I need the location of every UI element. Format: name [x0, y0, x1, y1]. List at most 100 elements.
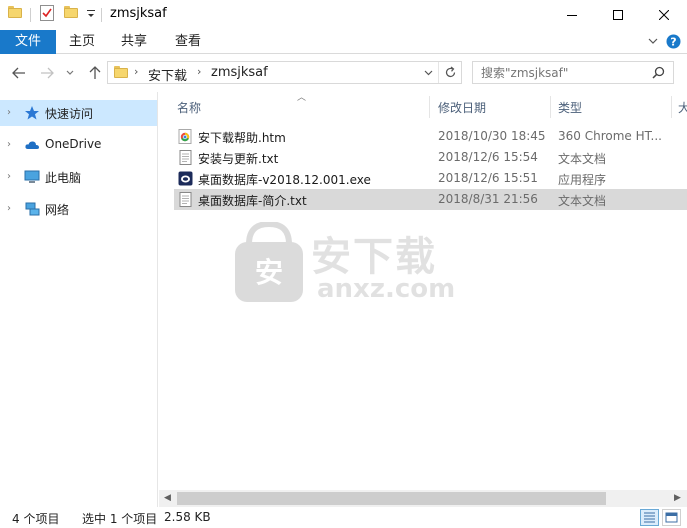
file-date: 2018/12/6 15:54	[438, 150, 538, 164]
close-icon	[659, 10, 669, 20]
column-header-label: 大	[678, 101, 687, 115]
star-icon	[25, 106, 39, 120]
sidebar-item-quick-access[interactable]: › 快速访问	[0, 100, 157, 126]
watermark-shield-icon: 安	[235, 222, 303, 302]
scroll-right-icon[interactable]: ▶	[674, 493, 681, 503]
file-date: 2018/10/30 18:45	[438, 129, 546, 143]
sidebar-item-onedrive[interactable]: › OneDrive	[0, 132, 157, 158]
file-name: 安装与更新.txt	[198, 152, 279, 166]
file-type: 文本文档	[558, 194, 607, 208]
address-divider	[438, 62, 439, 83]
properties-icon[interactable]	[40, 5, 54, 21]
minimize-icon	[567, 15, 577, 16]
table-row[interactable]: 安装与更新.txt 2018/12/6 15:54 文本文档	[174, 147, 687, 168]
navigation-pane: › 快速访问 › OneDrive › 此电脑 › 网络	[0, 92, 158, 508]
sidebar-item-this-pc[interactable]: › 此电脑	[0, 164, 157, 190]
file-name: 桌面数据库-v2018.12.001.exe	[198, 173, 371, 187]
tab-home[interactable]: 主页	[58, 30, 106, 54]
sidebar-item-network[interactable]: › 网络	[0, 196, 157, 222]
ribbon-tabs: 文件 主页 共享 查看 ?	[0, 30, 687, 54]
file-type: 文本文档	[558, 152, 607, 166]
breadcrumb-chevron[interactable]: ›	[134, 65, 138, 78]
title-bar: zmsjksaf	[0, 0, 687, 30]
text-file-icon	[179, 150, 192, 165]
column-header-label: 类型	[558, 101, 583, 115]
close-button[interactable]	[641, 0, 687, 30]
horizontal-scrollbar[interactable]: ◀ ▶	[159, 490, 687, 507]
address-dropdown-icon[interactable]	[424, 70, 433, 76]
back-arrow-icon	[12, 67, 25, 79]
search-icon[interactable]	[652, 66, 665, 79]
tab-view[interactable]: 查看	[164, 30, 212, 54]
address-row: › 安下载 › zmsjksaf	[0, 55, 687, 91]
column-header-type[interactable]: 类型	[551, 92, 671, 120]
svg-text:安: 安	[255, 256, 283, 289]
breadcrumb-item[interactable]: 安下载	[148, 65, 187, 84]
column-header-size[interactable]: 大	[672, 92, 687, 120]
browser-file-icon	[178, 129, 192, 144]
large-icons-view-button[interactable]	[662, 509, 681, 526]
table-row[interactable]: 桌面数据库-v2018.12.001.exe 2018/12/6 15:51 应…	[174, 168, 687, 189]
folder-icon	[8, 6, 22, 18]
expand-chevron-icon[interactable]: ›	[7, 139, 11, 150]
computer-icon	[24, 170, 40, 183]
forward-button[interactable]	[38, 64, 56, 82]
scroll-left-icon[interactable]: ◀	[164, 493, 171, 503]
svg-text:?: ?	[670, 36, 676, 49]
up-button[interactable]	[86, 64, 104, 82]
large-icons-view-icon	[665, 512, 678, 523]
file-name: 安下载帮助.htm	[198, 131, 286, 145]
search-box[interactable]	[472, 61, 674, 84]
up-arrow-icon	[89, 66, 101, 79]
breadcrumb-chevron[interactable]: ›	[197, 65, 201, 78]
expand-chevron-icon[interactable]: ›	[7, 171, 11, 182]
new-folder-icon[interactable]	[64, 6, 78, 18]
help-icon[interactable]: ?	[666, 34, 681, 49]
sidebar-item-label: 此电脑	[45, 171, 82, 185]
file-type: 360 Chrome HT...	[558, 129, 662, 143]
file-type: 应用程序	[558, 173, 607, 187]
column-header-label: 修改日期	[438, 101, 487, 115]
sidebar-item-label: 网络	[45, 203, 70, 217]
expand-chevron-icon[interactable]: ›	[7, 203, 11, 214]
file-name: 桌面数据库-简介.txt	[198, 194, 307, 208]
sidebar-item-label: OneDrive	[45, 137, 102, 151]
chevron-down-icon	[66, 70, 74, 75]
status-bar: 4 个项目 选中 1 个项目 2.58 KB	[0, 507, 687, 528]
cloud-icon	[25, 141, 39, 149]
tab-share[interactable]: 共享	[110, 30, 158, 54]
title-divider	[30, 8, 31, 22]
watermark: 安 安下载 anxz.com	[235, 222, 455, 307]
address-bar[interactable]: › 安下载 › zmsjksaf	[107, 61, 462, 84]
minimize-button[interactable]	[549, 0, 595, 30]
maximize-icon	[613, 10, 623, 20]
selected-size: 2.58 KB	[164, 510, 211, 524]
details-view-icon	[644, 512, 655, 523]
column-header-name[interactable]: 名称	[159, 92, 429, 120]
sidebar-item-label: 快速访问	[45, 107, 94, 121]
selected-count: 选中 1 个项目	[82, 512, 158, 526]
expand-ribbon-icon[interactable]	[648, 35, 658, 47]
maximize-button[interactable]	[595, 0, 641, 30]
tab-file[interactable]: 文件	[0, 30, 56, 54]
expand-chevron-icon[interactable]: ›	[7, 107, 11, 118]
title-divider	[101, 8, 102, 22]
customize-toolbar-icon[interactable]	[86, 8, 96, 20]
column-header-label: 名称	[177, 101, 202, 115]
breadcrumb-item[interactable]: zmsjksaf	[211, 65, 268, 80]
scrollbar-thumb[interactable]	[177, 492, 606, 505]
back-button[interactable]	[10, 64, 28, 82]
folder-icon	[114, 66, 128, 78]
item-count: 4 个项目	[12, 512, 60, 526]
table-row[interactable]: 桌面数据库-简介.txt 2018/8/31 21:56 文本文档	[174, 189, 687, 210]
details-view-button[interactable]	[640, 509, 659, 526]
search-input[interactable]	[481, 64, 651, 81]
text-file-icon	[179, 192, 192, 207]
network-icon	[25, 202, 40, 216]
recent-locations-button[interactable]	[64, 64, 76, 82]
column-header-date[interactable]: 修改日期	[430, 92, 550, 120]
refresh-icon[interactable]	[444, 66, 457, 79]
table-row[interactable]: 安下载帮助.htm 2018/10/30 18:45 360 Chrome HT…	[174, 126, 687, 147]
file-date: 2018/12/6 15:51	[438, 171, 538, 185]
file-date: 2018/8/31 21:56	[438, 192, 538, 206]
